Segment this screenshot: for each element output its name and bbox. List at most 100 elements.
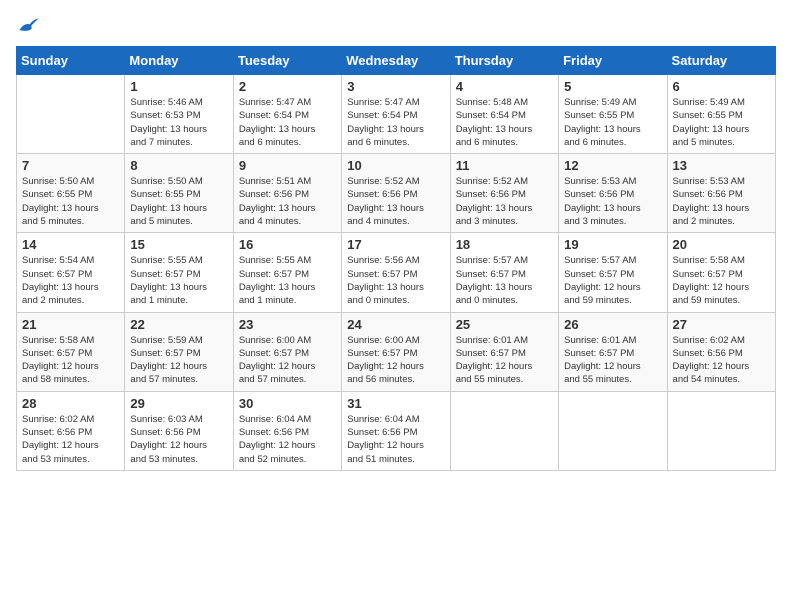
logo-bird-icon: [18, 16, 40, 34]
day-info: Sunrise: 5:57 AM Sunset: 6:57 PM Dayligh…: [564, 254, 661, 307]
day-number: 31: [347, 396, 444, 411]
day-info: Sunrise: 5:51 AM Sunset: 6:56 PM Dayligh…: [239, 175, 336, 228]
calendar-cell: 3 Sunrise: 5:47 AM Sunset: 6:54 PM Daylig…: [342, 75, 450, 154]
calendar-cell: 20 Sunrise: 5:58 AM Sunset: 6:57 PM Dayli…: [667, 233, 775, 312]
day-info: Sunrise: 5:58 AM Sunset: 6:57 PM Dayligh…: [22, 334, 119, 387]
calendar-cell: 6 Sunrise: 5:49 AM Sunset: 6:55 PM Daylig…: [667, 75, 775, 154]
day-number: 8: [130, 158, 227, 173]
day-number: 16: [239, 237, 336, 252]
weekday-header-row: SundayMondayTuesdayWednesdayThursdayFrid…: [17, 47, 776, 75]
day-number: 5: [564, 79, 661, 94]
day-info: Sunrise: 5:57 AM Sunset: 6:57 PM Dayligh…: [456, 254, 553, 307]
calendar-week-row: 7 Sunrise: 5:50 AM Sunset: 6:55 PM Daylig…: [17, 154, 776, 233]
calendar-cell: 28 Sunrise: 6:02 AM Sunset: 6:56 PM Dayli…: [17, 391, 125, 470]
day-info: Sunrise: 5:47 AM Sunset: 6:54 PM Dayligh…: [347, 96, 444, 149]
day-number: 3: [347, 79, 444, 94]
calendar-cell: 30 Sunrise: 6:04 AM Sunset: 6:56 PM Dayli…: [233, 391, 341, 470]
calendar-cell: 29 Sunrise: 6:03 AM Sunset: 6:56 PM Dayli…: [125, 391, 233, 470]
calendar-cell: 16 Sunrise: 5:55 AM Sunset: 6:57 PM Dayli…: [233, 233, 341, 312]
day-info: Sunrise: 5:58 AM Sunset: 6:57 PM Dayligh…: [673, 254, 770, 307]
day-number: 9: [239, 158, 336, 173]
day-info: Sunrise: 5:56 AM Sunset: 6:57 PM Dayligh…: [347, 254, 444, 307]
day-info: Sunrise: 6:02 AM Sunset: 6:56 PM Dayligh…: [22, 413, 119, 466]
day-info: Sunrise: 5:48 AM Sunset: 6:54 PM Dayligh…: [456, 96, 553, 149]
calendar-cell: 14 Sunrise: 5:54 AM Sunset: 6:57 PM Dayli…: [17, 233, 125, 312]
day-number: 13: [673, 158, 770, 173]
page-header: [16, 16, 776, 34]
day-number: 26: [564, 317, 661, 332]
day-info: Sunrise: 6:04 AM Sunset: 6:56 PM Dayligh…: [347, 413, 444, 466]
day-info: Sunrise: 5:50 AM Sunset: 6:55 PM Dayligh…: [22, 175, 119, 228]
weekday-header: Tuesday: [233, 47, 341, 75]
day-number: 7: [22, 158, 119, 173]
calendar-cell: 21 Sunrise: 5:58 AM Sunset: 6:57 PM Dayli…: [17, 312, 125, 391]
calendar-cell: [450, 391, 558, 470]
day-number: 30: [239, 396, 336, 411]
calendar-cell: 7 Sunrise: 5:50 AM Sunset: 6:55 PM Daylig…: [17, 154, 125, 233]
day-info: Sunrise: 6:01 AM Sunset: 6:57 PM Dayligh…: [564, 334, 661, 387]
calendar-cell: 18Sunrise: 5:57 AM Sunset: 6:57 PM Dayli…: [450, 233, 558, 312]
calendar-cell: 15 Sunrise: 5:55 AM Sunset: 6:57 PM Dayli…: [125, 233, 233, 312]
day-info: Sunrise: 5:55 AM Sunset: 6:57 PM Dayligh…: [239, 254, 336, 307]
calendar-cell: [17, 75, 125, 154]
calendar-cell: 10 Sunrise: 5:52 AM Sunset: 6:56 PM Dayli…: [342, 154, 450, 233]
calendar-cell: 17 Sunrise: 5:56 AM Sunset: 6:57 PM Dayli…: [342, 233, 450, 312]
day-info: Sunrise: 6:02 AM Sunset: 6:56 PM Dayligh…: [673, 334, 770, 387]
calendar-cell: 31 Sunrise: 6:04 AM Sunset: 6:56 PM Dayli…: [342, 391, 450, 470]
day-info: Sunrise: 6:01 AM Sunset: 6:57 PM Dayligh…: [456, 334, 553, 387]
day-number: 27: [673, 317, 770, 332]
day-info: Sunrise: 5:46 AM Sunset: 6:53 PM Dayligh…: [130, 96, 227, 149]
day-number: 21: [22, 317, 119, 332]
day-info: Sunrise: 5:54 AM Sunset: 6:57 PM Dayligh…: [22, 254, 119, 307]
day-number: 12: [564, 158, 661, 173]
calendar-cell: 27 Sunrise: 6:02 AM Sunset: 6:56 PM Dayli…: [667, 312, 775, 391]
day-info: Sunrise: 5:50 AM Sunset: 6:55 PM Dayligh…: [130, 175, 227, 228]
calendar-cell: 8 Sunrise: 5:50 AM Sunset: 6:55 PM Daylig…: [125, 154, 233, 233]
calendar-cell: 25 Sunrise: 6:01 AM Sunset: 6:57 PM Dayli…: [450, 312, 558, 391]
calendar-cell: 13 Sunrise: 5:53 AM Sunset: 6:56 PM Dayli…: [667, 154, 775, 233]
day-number: 29: [130, 396, 227, 411]
calendar-table: SundayMondayTuesdayWednesdayThursdayFrid…: [16, 46, 776, 471]
day-number: 17: [347, 237, 444, 252]
day-number: 2: [239, 79, 336, 94]
weekday-header: Friday: [559, 47, 667, 75]
day-number: 24: [347, 317, 444, 332]
calendar-cell: 4 Sunrise: 5:48 AM Sunset: 6:54 PM Daylig…: [450, 75, 558, 154]
day-number: 15: [130, 237, 227, 252]
day-info: Sunrise: 5:59 AM Sunset: 6:57 PM Dayligh…: [130, 334, 227, 387]
calendar-cell: 22 Sunrise: 5:59 AM Sunset: 6:57 PM Dayli…: [125, 312, 233, 391]
day-info: Sunrise: 6:04 AM Sunset: 6:56 PM Dayligh…: [239, 413, 336, 466]
calendar-week-row: 1Sunrise: 5:46 AM Sunset: 6:53 PM Daylig…: [17, 75, 776, 154]
day-number: 11: [456, 158, 553, 173]
weekday-header: Saturday: [667, 47, 775, 75]
calendar-cell: 9 Sunrise: 5:51 AM Sunset: 6:56 PM Daylig…: [233, 154, 341, 233]
calendar-cell: [667, 391, 775, 470]
calendar-cell: 19 Sunrise: 5:57 AM Sunset: 6:57 PM Dayli…: [559, 233, 667, 312]
day-number: 28: [22, 396, 119, 411]
calendar-cell: 1Sunrise: 5:46 AM Sunset: 6:53 PM Daylig…: [125, 75, 233, 154]
day-info: Sunrise: 5:53 AM Sunset: 6:56 PM Dayligh…: [564, 175, 661, 228]
logo: [16, 16, 40, 34]
weekday-header: Sunday: [17, 47, 125, 75]
day-info: Sunrise: 6:00 AM Sunset: 6:57 PM Dayligh…: [239, 334, 336, 387]
day-info: Sunrise: 6:03 AM Sunset: 6:56 PM Dayligh…: [130, 413, 227, 466]
day-number: 19: [564, 237, 661, 252]
weekday-header: Thursday: [450, 47, 558, 75]
day-number: 25: [456, 317, 553, 332]
calendar-cell: [559, 391, 667, 470]
day-number: 14: [22, 237, 119, 252]
day-number: 4: [456, 79, 553, 94]
day-info: Sunrise: 5:52 AM Sunset: 6:56 PM Dayligh…: [347, 175, 444, 228]
day-number: 10: [347, 158, 444, 173]
day-info: Sunrise: 5:53 AM Sunset: 6:56 PM Dayligh…: [673, 175, 770, 228]
day-info: Sunrise: 5:47 AM Sunset: 6:54 PM Dayligh…: [239, 96, 336, 149]
calendar-cell: 5 Sunrise: 5:49 AM Sunset: 6:55 PM Daylig…: [559, 75, 667, 154]
calendar-cell: 2 Sunrise: 5:47 AM Sunset: 6:54 PM Daylig…: [233, 75, 341, 154]
day-number: 20: [673, 237, 770, 252]
day-info: Sunrise: 5:55 AM Sunset: 6:57 PM Dayligh…: [130, 254, 227, 307]
day-number: 6: [673, 79, 770, 94]
day-number: 22: [130, 317, 227, 332]
calendar-week-row: 28 Sunrise: 6:02 AM Sunset: 6:56 PM Dayli…: [17, 391, 776, 470]
day-info: Sunrise: 5:49 AM Sunset: 6:55 PM Dayligh…: [673, 96, 770, 149]
day-info: Sunrise: 5:49 AM Sunset: 6:55 PM Dayligh…: [564, 96, 661, 149]
